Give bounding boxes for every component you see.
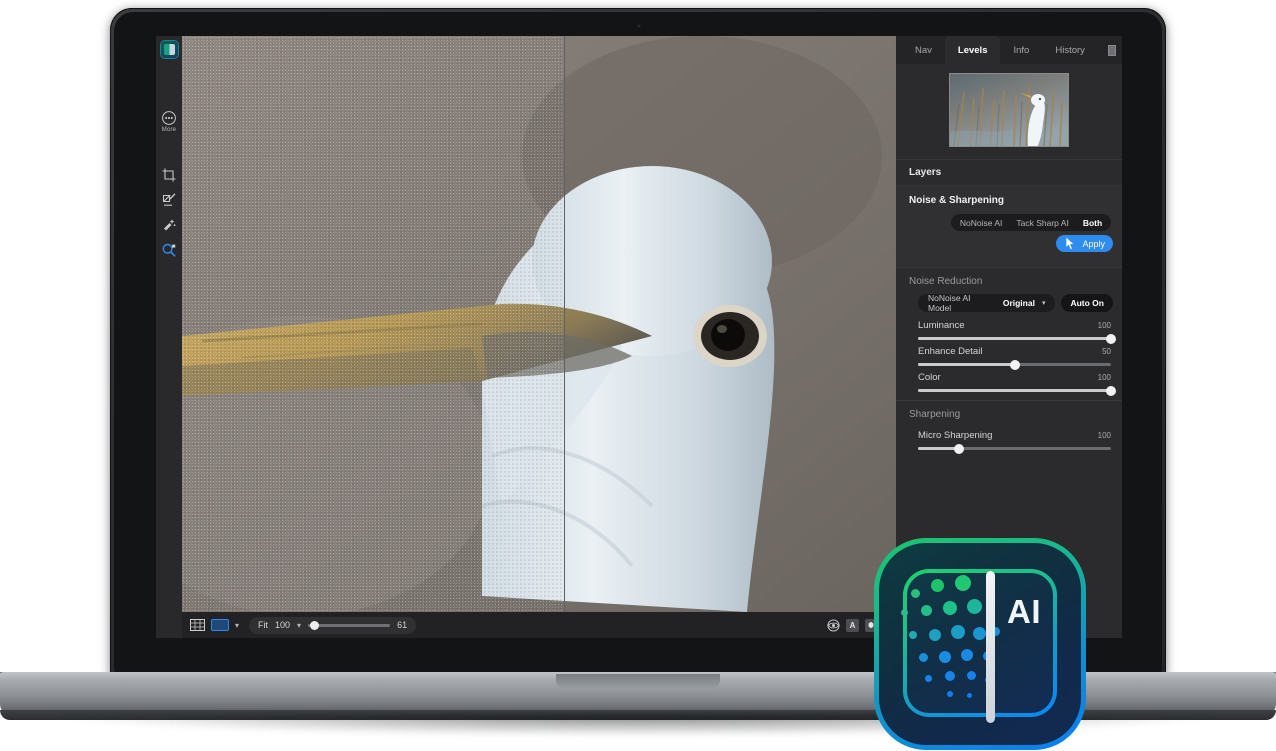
image-after-denoised	[564, 36, 896, 612]
sharpening-section: Sharpening Micro Sharpening 100	[896, 400, 1122, 458]
compare-split-divider[interactable]	[564, 36, 565, 612]
mode-segmented-control[interactable]: NoNoise AI Tack Sharp AI Both	[951, 214, 1111, 231]
slider-color-track[interactable]	[918, 389, 1111, 392]
model-chevron-down-icon[interactable]: ▾	[1042, 299, 1046, 307]
slider-luminance: Luminance 100	[896, 314, 1122, 340]
model-value: Original	[1003, 298, 1035, 308]
navigator-thumbnail[interactable]	[949, 73, 1069, 147]
panel-tabs: Nav Levels Info History	[896, 36, 1122, 64]
fit-chevron-down-icon[interactable]: ▾	[297, 621, 301, 630]
more-tool-label: More	[162, 127, 176, 133]
tool-rail: More	[156, 36, 182, 638]
zoom-control[interactable]: Fit 100 ▾ 61	[249, 617, 416, 634]
slider-enhance-detail-knob[interactable]	[1010, 360, 1020, 370]
slider-micro-sharpening: Micro Sharpening 100	[896, 424, 1122, 450]
ai-icon-label: AI	[1007, 593, 1041, 631]
noise-sharpening-title: Noise & Sharpening	[896, 186, 1122, 213]
slider-luminance-label: Luminance	[918, 320, 964, 331]
panel-collapse-button[interactable]	[1108, 36, 1122, 64]
image-compare-view[interactable]	[182, 36, 896, 612]
heal-tool[interactable]	[156, 217, 182, 233]
zoom-slider[interactable]	[308, 624, 390, 627]
model-row: NoNoise AI Model Original ▾ Auto On	[896, 291, 1122, 314]
before-after-icon[interactable]: A	[846, 619, 859, 632]
segment-both[interactable]: Both	[1076, 218, 1109, 228]
segment-tack-sharp-ai[interactable]: Tack Sharp AI	[1009, 218, 1075, 228]
slider-micro-sharpening-label: Micro Sharpening	[918, 430, 992, 441]
segment-nonoise-ai[interactable]: NoNoise AI	[953, 218, 1010, 228]
noise-sharpening-section: Noise & Sharpening NoNoise AI Tack Sharp…	[896, 185, 1122, 267]
model-label: NoNoise AI Model	[928, 293, 996, 313]
tab-levels[interactable]: Levels	[945, 36, 1001, 64]
ai-icon-border: AI	[874, 538, 1086, 750]
retouch-brush-icon	[161, 192, 177, 208]
panel-collapse-icon	[1108, 45, 1116, 56]
slider-enhance-detail-track[interactable]	[918, 363, 1111, 366]
slider-luminance-value: 100	[1098, 321, 1111, 330]
slider-enhance-detail: Enhance Detail 50	[896, 340, 1122, 366]
slider-micro-sharpening-knob[interactable]	[954, 444, 964, 454]
slider-luminance-knob[interactable]	[1106, 334, 1116, 344]
slider-color-value: 100	[1098, 373, 1111, 382]
pointer-cursor-icon	[1065, 236, 1078, 251]
noise-reduction-title: Noise Reduction	[896, 268, 1122, 291]
slider-micro-sharpening-value: 100	[1098, 431, 1111, 440]
apply-row: Apply	[896, 231, 1122, 260]
sharpening-title: Sharpening	[896, 401, 1122, 424]
navigator-preview-image	[950, 74, 1068, 146]
ellipsis-icon	[161, 110, 177, 126]
slider-color-label: Color	[918, 372, 941, 383]
nonoise-ai-logo-icon[interactable]	[161, 41, 178, 58]
crop-tool[interactable]	[156, 167, 182, 183]
view-chevron-down-icon[interactable]: ▾	[235, 621, 239, 630]
laptop-base-notch	[556, 674, 720, 690]
layers-section-header[interactable]: Layers	[896, 159, 1122, 185]
slider-color-knob[interactable]	[1106, 386, 1116, 396]
retouch-tool[interactable]	[156, 192, 182, 208]
ai-icon-body: AI	[879, 543, 1081, 745]
spot-heal-icon	[161, 217, 177, 233]
soft-proof-icon[interactable]	[827, 619, 840, 632]
bottom-toolbar: ▾ Fit 100 ▾ 61	[182, 612, 896, 638]
ai-icon-inner-ring	[903, 569, 1057, 717]
more-tool[interactable]: More	[156, 110, 182, 133]
tab-nav[interactable]: Nav	[902, 36, 945, 64]
fit-label: Fit	[258, 620, 268, 630]
navigator-area	[896, 64, 1122, 159]
magnifier-icon	[161, 242, 177, 258]
tab-info[interactable]: Info	[1000, 36, 1042, 64]
zoom-value: 61	[397, 620, 407, 630]
canvas-area: ▾ Fit 100 ▾ 61	[182, 36, 896, 638]
crop-icon	[161, 167, 177, 183]
image-before-noisy	[182, 36, 564, 612]
nonoise-ai-app-icon[interactable]: AI	[874, 538, 1086, 750]
grid-view-icon[interactable]	[190, 619, 205, 631]
fit-value: 100	[275, 620, 290, 630]
tab-history[interactable]: History	[1042, 36, 1098, 64]
slider-luminance-track[interactable]	[918, 337, 1111, 340]
webcam-icon	[637, 24, 641, 28]
compare-view-icon[interactable]	[211, 619, 229, 631]
zoom-tool[interactable]	[156, 242, 182, 258]
slider-enhance-detail-value: 50	[1102, 347, 1111, 356]
zoom-slider-knob[interactable]	[310, 621, 319, 630]
slider-color: Color 100	[896, 366, 1122, 392]
slider-enhance-detail-label: Enhance Detail	[918, 346, 982, 357]
slider-micro-sharpening-track[interactable]	[918, 447, 1111, 450]
noise-reduction-section: Noise Reduction NoNoise AI Model Origina…	[896, 267, 1122, 400]
nonoise-ai-model-select[interactable]: NoNoise AI Model Original ▾	[918, 294, 1055, 312]
ai-icon-slider-bar	[986, 571, 995, 723]
auto-on-button[interactable]: Auto On	[1061, 294, 1113, 312]
